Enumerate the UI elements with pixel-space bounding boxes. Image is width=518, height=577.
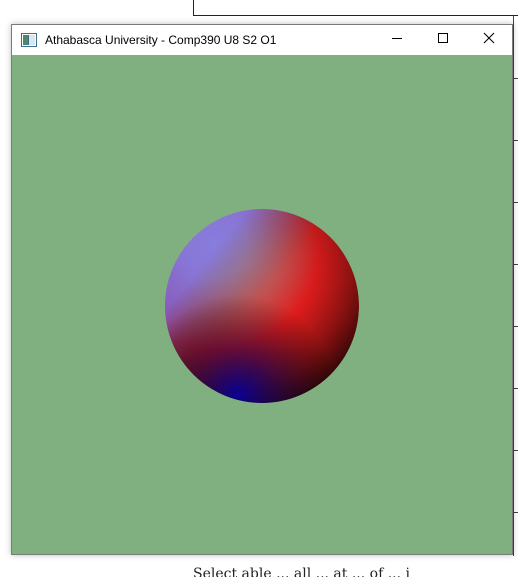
background-document-rule	[193, 15, 518, 16]
window-title: Athabasca University - Comp390 U8 S2 O1	[45, 33, 277, 47]
close-icon	[483, 31, 495, 49]
desktop: Select able ... all ... at ... of ... i …	[0, 0, 518, 577]
opengl-window[interactable]: Athabasca University - Comp390 U8 S2 O1	[11, 24, 513, 555]
application-icon[interactable]	[21, 33, 37, 47]
window-titlebar[interactable]: Athabasca University - Comp390 U8 S2 O1	[12, 25, 512, 55]
minimize-button[interactable]	[374, 25, 420, 55]
scene-svg	[12, 55, 512, 554]
background-document-line	[193, 0, 194, 16]
maximize-button[interactable]	[420, 25, 466, 55]
background-document-margin	[513, 16, 514, 556]
maximize-icon	[437, 31, 449, 49]
background-document-text: Select able ... all ... at ... of ... i	[193, 566, 410, 577]
minimize-icon	[391, 31, 403, 49]
render-canvas[interactable]	[12, 55, 512, 554]
close-button[interactable]	[466, 25, 512, 55]
